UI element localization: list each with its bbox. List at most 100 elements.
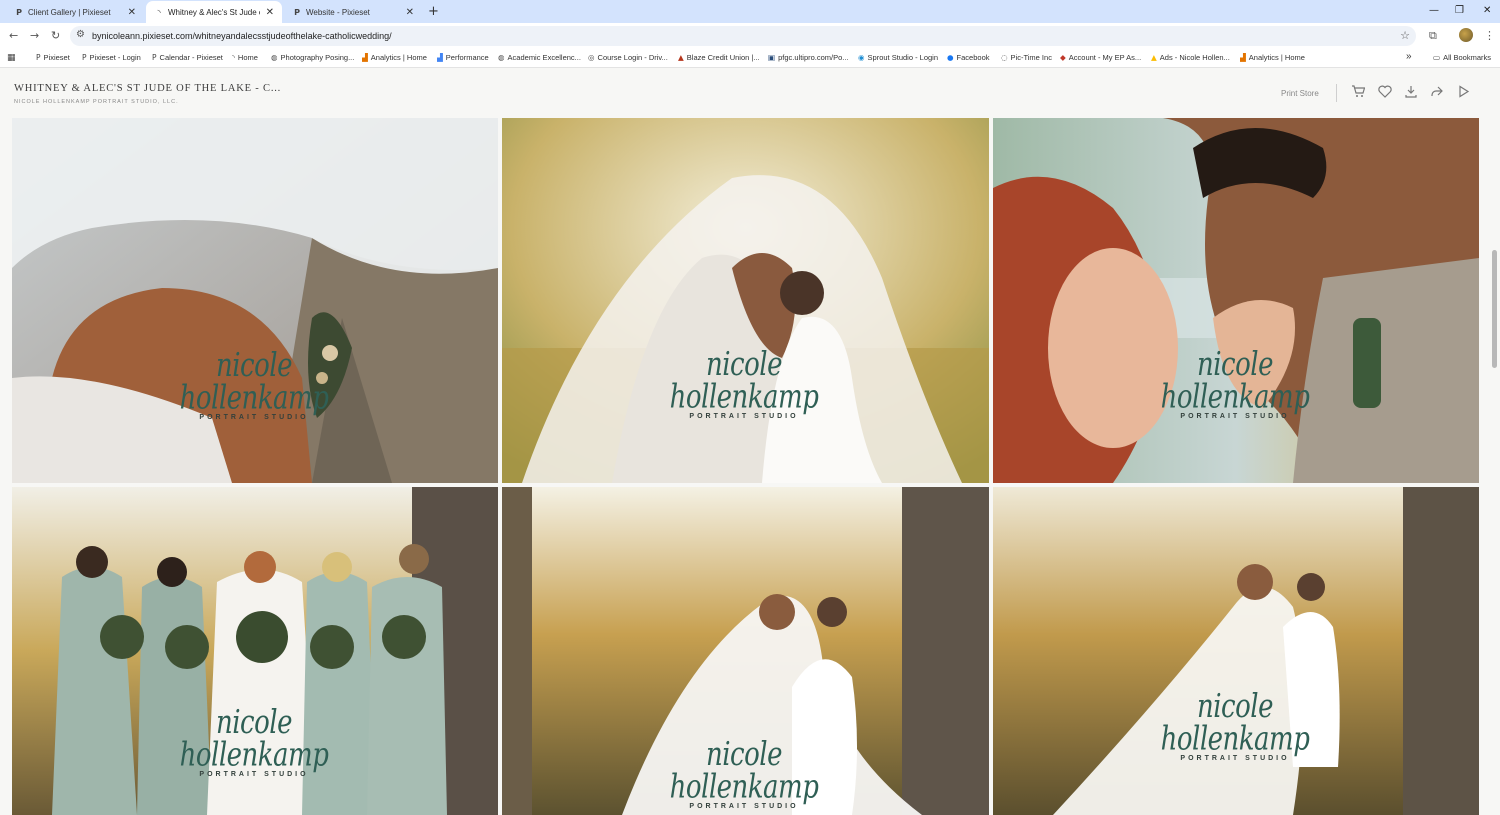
bookmark-ads-nicole[interactable]: ▲ Ads - Nicole Hollen... (1151, 53, 1230, 62)
gallery-photo-4[interactable]: nicole hollenkamp PORTRAIT STUDIO (12, 487, 498, 815)
tab-title: Whitney & Alec's St Jude of the (168, 7, 260, 17)
facebook-icon: ● (947, 53, 954, 62)
gallery-photo-6[interactable]: nicole hollenkamp PORTRAIT STUDIO (993, 487, 1479, 815)
gallery-photo-2[interactable]: nicole hollenkamp PORTRAIT STUDIO (502, 118, 989, 483)
bookmark-analytics-home-2[interactable]: ▟ Analytics | Home (1240, 53, 1305, 62)
bookmark-performance[interactable]: ▟ Performance (437, 53, 489, 62)
photo-groom-kiss-hand-image (993, 118, 1479, 483)
slideshow-play-icon[interactable] (1457, 85, 1471, 101)
bookmark-sprout-studio[interactable]: ◉ Sprout Studio - Login (858, 53, 938, 62)
back-arrow-icon[interactable]: ← (9, 29, 18, 42)
watermark: nicole hollenkamp PORTRAIT STUDIO (174, 707, 334, 779)
bookmark-pixieset[interactable]: P Pixieset (36, 53, 70, 62)
bookmark-pic-time[interactable]: ◌ Pic-Time Inc (1001, 53, 1052, 62)
bookmark-account-my-ep[interactable]: ◆ Account - My EP As... (1060, 53, 1141, 62)
watermark: nicole hollenkamp PORTRAIT STUDIO (174, 350, 334, 422)
close-tab-icon[interactable]: ✕ (406, 7, 414, 18)
watermark-script: nicole hollenkamp (669, 346, 819, 416)
pixieset-icon: P (36, 53, 41, 62)
ads-icon: ▲ (1151, 53, 1157, 62)
ep-icon: ◆ (1060, 53, 1066, 62)
pixieset-icon: P (152, 53, 157, 62)
minimize-icon[interactable]: — (1429, 5, 1439, 16)
watermark: nicole hollenkamp PORTRAIT STUDIO (664, 739, 824, 811)
extensions-icon[interactable]: ⧉ (1429, 29, 1437, 43)
gallery-photo-3[interactable]: nicole hollenkamp PORTRAIT STUDIO (993, 118, 1479, 483)
photo-bride-flowergirl-veil-image (502, 118, 989, 483)
watermark: nicole hollenkamp PORTRAIT STUDIO (1155, 691, 1315, 763)
gallery-photo-5[interactable]: nicole hollenkamp PORTRAIT STUDIO (502, 487, 989, 815)
watermark-script: nicole hollenkamp (179, 347, 329, 417)
close-tab-icon[interactable]: ✕ (266, 7, 274, 18)
photo-bride-hug-flowergirl-image (993, 487, 1479, 815)
watermark-script: nicole hollenkamp (1160, 346, 1310, 416)
forward-arrow-icon[interactable]: → (30, 29, 39, 42)
bookmark-course-login[interactable]: ◎ Course Login - Driv... (588, 53, 668, 62)
more-bookmarks-button[interactable]: » (1406, 51, 1412, 62)
globe-icon: ◍ (498, 53, 505, 62)
bookmark-pfgc-ultipro[interactable]: ▣ pfgc.ultipro.com/Po... (768, 53, 849, 62)
ultipro-icon: ▣ (768, 53, 776, 62)
blaze-icon: ▲ (678, 53, 684, 62)
share-icon[interactable] (1430, 85, 1444, 101)
url-text[interactable]: bynicoleann.pixieset.com/whitneyandalecs… (92, 31, 392, 41)
watermark: nicole hollenkamp PORTRAIT STUDIO (664, 349, 824, 421)
download-icon[interactable] (1404, 85, 1418, 101)
all-bookmarks-button[interactable]: ▭ All Bookmarks (1433, 53, 1491, 62)
bookmarks-bar: ▦ P Pixieset P Pixieset - Login P Calendar … (0, 49, 1500, 68)
bookmark-home[interactable]: ◝ Home (232, 53, 258, 62)
apps-grid-icon[interactable]: ▦ (7, 53, 19, 63)
header-divider (1336, 84, 1337, 102)
bookmark-pixieset-login[interactable]: P Pixieset - Login (82, 53, 141, 62)
heart-icon[interactable] (1378, 85, 1392, 101)
photo-veil-couple-image (12, 118, 498, 483)
bookmark-academic-excellence[interactable]: ◍ Academic Excellenc... (498, 53, 581, 62)
loading-icon: ◝ (157, 7, 161, 17)
gallery-title: WHITNEY & ALEC'S ST JUDE OF THE LAKE - C… (14, 83, 282, 94)
tab-whitney-alec[interactable]: ◝ Whitney & Alec's St Jude of the ✕ (146, 1, 282, 23)
globe-icon: ◍ (271, 53, 278, 62)
menu-kebab-icon[interactable]: ⋮ (1484, 29, 1495, 42)
course-icon: ◎ (588, 53, 595, 62)
bookmark-facebook[interactable]: ● Facebook (947, 53, 989, 62)
watermark-script: nicole hollenkamp (669, 736, 819, 806)
close-tab-icon[interactable]: ✕ (128, 7, 136, 18)
folder-icon: ▭ (1433, 53, 1441, 62)
restore-icon[interactable]: ❐ (1455, 5, 1464, 16)
watermark-script: nicole hollenkamp (179, 704, 329, 774)
studio-name: NICOLE HOLLENKAMP PORTRAIT STUDIO, LLC. (14, 99, 179, 105)
watermark: nicole hollenkamp PORTRAIT STUDIO (1155, 349, 1315, 421)
address-bar[interactable]: ⚙ bynicoleann.pixieset.com/whitneyandale… (70, 26, 1416, 46)
reload-icon[interactable]: ↻ (51, 29, 60, 42)
pixieset-favicon-icon: P (294, 7, 300, 17)
loading-icon: ◝ (232, 53, 235, 62)
analytics-icon: ▟ (1240, 53, 1246, 62)
watermark-script: nicole hollenkamp (1160, 688, 1310, 758)
tab-title: Client Gallery | Pixieset (28, 7, 111, 17)
site-info-icon[interactable]: ⚙ (76, 29, 85, 40)
gallery-header: WHITNEY & ALEC'S ST JUDE OF THE LAKE - C… (0, 68, 1500, 117)
browser-toolbar: ← → ↻ ⚙ bynicoleann.pixieset.com/whitney… (0, 23, 1500, 49)
new-tab-button[interactable]: + (428, 4, 439, 19)
bookmark-star-icon[interactable]: ☆ (1400, 29, 1410, 42)
tab-client-gallery[interactable]: P Client Gallery | Pixieset ✕ (6, 1, 144, 23)
gallery-photo-1[interactable]: nicole hollenkamp PORTRAIT STUDIO (12, 118, 498, 483)
page-scrollbar[interactable] (1492, 250, 1497, 368)
bookmark-calendar-pixieset[interactable]: P Calendar - Pixieset (152, 53, 223, 62)
print-store-link[interactable]: Print Store (1281, 89, 1319, 98)
analytics-icon: ▟ (437, 53, 443, 62)
close-window-icon[interactable]: ✕ (1483, 5, 1491, 16)
tab-title: Website - Pixieset (306, 7, 370, 17)
tab-website-pixieset[interactable]: P Website - Pixieset ✕ (284, 1, 422, 23)
bookmark-blaze-credit-union[interactable]: ▲ Blaze Credit Union |... (678, 53, 760, 62)
pixieset-icon: P (82, 53, 87, 62)
tab-strip: P Client Gallery | Pixieset ✕ ◝ Whitney … (0, 0, 1500, 23)
sprout-icon: ◉ (858, 53, 865, 62)
profile-avatar[interactable] (1459, 28, 1473, 42)
bookmark-analytics-home[interactable]: ▟ Analytics | Home (362, 53, 427, 62)
cart-icon[interactable] (1351, 85, 1366, 101)
bookmark-photography-posing[interactable]: ◍ Photography Posing... (271, 53, 354, 62)
pictime-icon: ◌ (1001, 53, 1008, 62)
pixieset-favicon-icon: P (16, 7, 22, 17)
analytics-icon: ▟ (362, 53, 368, 62)
